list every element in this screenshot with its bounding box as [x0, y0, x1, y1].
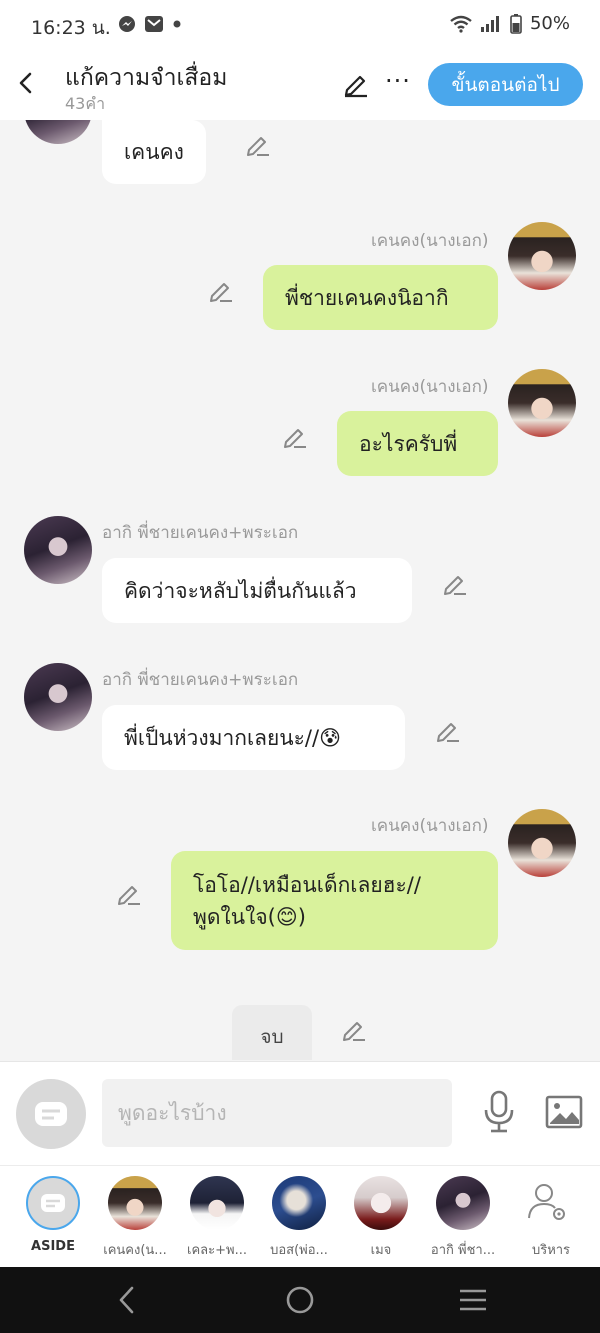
system-navigation-bar [0, 1267, 600, 1333]
message-bubble[interactable]: พี่เป็นห่วงมากเลยนะ//😰 [102, 705, 405, 770]
character-aside[interactable]: ASIDE [12, 1176, 94, 1266]
status-time: 16:23 น. [31, 17, 111, 39]
nav-home-icon[interactable] [283, 1283, 317, 1317]
wifi-icon [450, 15, 472, 33]
message-text: คิดว่าจะหลับไม่ตื่นกันแล้ว [124, 578, 357, 603]
character-kenkong[interactable]: เคนคง(น... [94, 1176, 176, 1266]
avatar [190, 1176, 244, 1230]
image-icon[interactable] [545, 1093, 583, 1131]
edit-message-icon[interactable] [341, 1016, 367, 1042]
message-text-line: โอโอ//เหมือนเด็กเลยฮะ// [193, 872, 421, 897]
avatar[interactable] [24, 120, 92, 144]
character-label: เคละ+พ... [187, 1243, 247, 1258]
character-kela[interactable]: เคละ+พ... [176, 1176, 258, 1266]
message-text: อะไรครับพี่ [359, 431, 458, 456]
character-mej[interactable]: เมจ [340, 1176, 422, 1266]
messenger-icon [119, 16, 135, 32]
avatar [436, 1176, 490, 1230]
character-boss[interactable]: บอส(พ่อ... [258, 1176, 340, 1266]
chat-area[interactable]: เคนคง เคนคง(นางเอก) พี่ชายเคนคงนิอากิ เค… [0, 120, 600, 1060]
character-label: เมจ [370, 1243, 392, 1258]
avatar [272, 1176, 326, 1230]
aside-toggle-button[interactable] [16, 1079, 86, 1149]
sender-name: อากิ พี่ชายเคนคง+พระเอก [102, 523, 299, 543]
aside-icon [35, 1102, 67, 1126]
back-arrow-icon[interactable] [14, 70, 40, 96]
sender-name: เคนคง(นางเอก) [371, 816, 489, 836]
avatar [354, 1176, 408, 1230]
message-bubble[interactable]: โอโอ//เหมือนเด็กเลยฮะ// พูดในใจ(😊) [171, 851, 498, 950]
avatar[interactable] [508, 369, 576, 437]
manage-user-icon [528, 1184, 565, 1220]
manage-characters-button[interactable]: บริหาร [510, 1176, 592, 1266]
avatar [108, 1176, 162, 1230]
aside-icon [41, 1194, 65, 1212]
top-app-bar: แก้ความจำเสื่อม 43คำ ··· ขั้นตอนต่อไป [0, 50, 600, 120]
message-bubble[interactable]: อะไรครับพี่ [337, 411, 498, 476]
microphone-icon[interactable] [481, 1090, 517, 1134]
message-text: พี่เป็นห่วงมากเลยนะ//😰 [124, 725, 341, 750]
dot-icon [173, 20, 181, 28]
message-bubble[interactable]: พี่ชายเคนคงนิอากิ [263, 265, 498, 330]
character-label: บอส(พ่อ... [270, 1243, 328, 1258]
edit-message-icon[interactable] [442, 570, 468, 596]
aside-avatar [26, 1176, 80, 1230]
end-marker[interactable]: จบ [232, 1005, 312, 1060]
message-text: เคนคง [124, 140, 184, 164]
edit-message-icon[interactable] [435, 717, 461, 743]
word-count: 43คำ [65, 94, 106, 113]
story-title: แก้ความจำเสื่อม [65, 65, 228, 91]
character-selector: ASIDE เคนคง(น... เคละ+พ... บอส(พ่อ... เม… [0, 1165, 600, 1267]
character-aki[interactable]: อากิ พี่ชา... [422, 1176, 504, 1266]
message-text-line: พูดในใจ(😊) [193, 904, 306, 929]
message-input[interactable] [102, 1079, 452, 1147]
avatar[interactable] [508, 222, 576, 290]
status-bar: 16:23 น. 50% [0, 0, 600, 50]
sender-name: เคนคง(นางเอก) [371, 231, 489, 251]
message-bubble[interactable]: เคนคง [102, 120, 206, 184]
avatar[interactable] [24, 516, 92, 584]
avatar[interactable] [508, 809, 576, 877]
message-input-bar [0, 1061, 600, 1165]
edit-message-icon[interactable] [116, 880, 142, 906]
message-text: พี่ชายเคนคงนิอากิ [285, 285, 449, 310]
message-bubble[interactable]: คิดว่าจะหลับไม่ตื่นกันแล้ว [102, 558, 412, 623]
character-label: อากิ พี่ชา... [430, 1243, 496, 1258]
edit-message-icon[interactable] [282, 423, 308, 449]
character-label: ASIDE [31, 1239, 75, 1254]
battery-level: 50% [529, 13, 570, 34]
more-menu-icon[interactable]: ··· [385, 67, 411, 95]
avatar[interactable] [24, 663, 92, 731]
battery-icon [510, 13, 522, 34]
edit-message-icon[interactable] [245, 131, 271, 157]
next-step-button[interactable]: ขั้นตอนต่อไป [428, 63, 583, 106]
sender-name: อากิ พี่ชายเคนคง+พระเอก [102, 670, 299, 690]
mail-icon [145, 16, 163, 32]
edit-message-icon[interactable] [208, 277, 234, 303]
sender-name: เคนคง(นางเอก) [371, 377, 489, 397]
signal-icon [480, 15, 499, 32]
character-label: บริหาร [531, 1243, 571, 1258]
character-label: เคนคง(น... [103, 1243, 167, 1258]
nav-back-icon[interactable] [110, 1283, 144, 1317]
nav-recents-icon[interactable] [456, 1283, 490, 1317]
edit-pencil-icon[interactable] [342, 70, 370, 98]
